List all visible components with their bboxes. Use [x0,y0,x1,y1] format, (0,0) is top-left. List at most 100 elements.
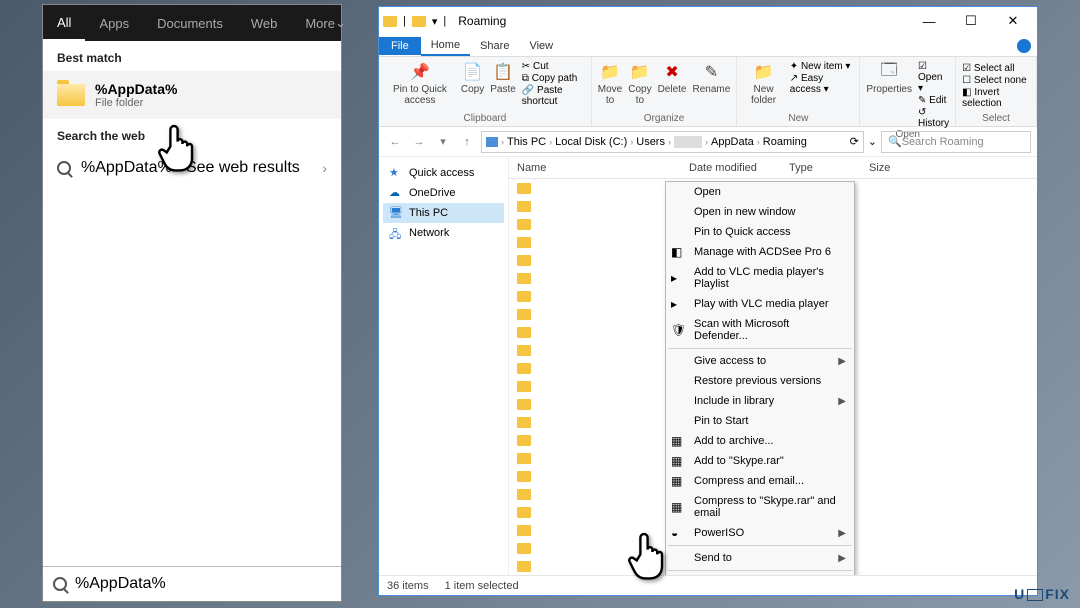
column-headers: Name Date modified Type Size [509,157,1037,179]
new-item-button[interactable]: ✦ New item ▾ [790,61,854,72]
rename-button[interactable]: ✎Rename [692,61,730,95]
pc-icon [486,137,498,147]
tab-view[interactable]: View [519,37,563,55]
chevron-down-icon: ⌄ [335,15,346,31]
copy-path-button[interactable]: ⧉ Copy path [522,73,585,84]
tab-home[interactable]: Home [421,36,470,56]
folder-icon [57,84,85,106]
search-result-appdata[interactable]: %AppData% File folder [43,71,341,119]
paste-button[interactable]: 📋Paste [490,61,516,95]
paste-shortcut-button[interactable]: 🔗 Paste shortcut [522,85,585,107]
nav-network[interactable]: 🖧Network [383,223,504,243]
navigation-pane: ★Quick access ☁OneDrive 🖥This PC 🖧Networ… [379,157,509,575]
windows-search-panel: All Apps Documents Web More ⌄ Best match… [42,4,342,602]
ribbon: 📌Pin to Quick access 📄Copy 📋Paste ✂ Cut … [379,57,1037,127]
context-menu-item[interactable]: Send to▶ [666,548,854,568]
cut-button[interactable]: ✂ Cut [522,61,585,72]
tab-apps[interactable]: Apps [85,5,143,41]
col-date[interactable]: Date modified [689,162,789,174]
breadcrumb-dropdown[interactable]: ⌄ [868,135,877,148]
context-menu-item[interactable]: ◒PowerISO▶ [666,523,854,543]
breadcrumb[interactable]: › This PC› Local Disk (C:)› Users› › App… [481,131,864,153]
move-to-button[interactable]: 📁Move to [598,61,622,106]
folder-icon [517,561,531,572]
nav-this-pc[interactable]: 🖥This PC [383,203,504,223]
context-menu-item[interactable]: 🛡Scan with Microsoft Defender... [666,314,854,346]
tab-all[interactable]: All [43,5,85,41]
folder-icon [517,525,531,536]
tab-share[interactable]: Share [470,37,519,55]
history-button[interactable]: ↺ History [918,107,949,129]
down-caret-icon[interactable]: ▾ [432,15,438,28]
search-box[interactable]: 🔍 Search Roaming [881,131,1031,153]
tab-file[interactable]: File [379,37,421,55]
context-menu-item[interactable]: Pin to Quick access [666,222,854,242]
titlebar-separator: | [443,15,446,27]
copy-to-button[interactable]: 📁Copy to [628,61,651,106]
nav-quick-access[interactable]: ★Quick access [383,163,504,183]
forward-button[interactable]: → [409,132,429,152]
minimize-button[interactable]: — [909,9,949,33]
folder-icon [517,237,531,248]
context-menu-item[interactable]: ▦Add to archive... [666,431,854,451]
edit-button[interactable]: ✎ Edit [918,95,949,106]
context-menu-item[interactable]: ▸Play with VLC media player [666,294,854,314]
select-all-button[interactable]: ☑ Select all [962,63,1030,74]
breadcrumb-item-redacted[interactable] [674,136,702,148]
ribbon-group-label: Select [962,113,1030,124]
tab-more[interactable]: More ⌄ [291,5,360,41]
pin-button[interactable]: 📌Pin to Quick access [385,61,455,106]
col-name[interactable]: Name [509,162,689,174]
watermark: UFIX [1014,586,1070,602]
folder-icon [517,507,531,518]
context-menu-item[interactable]: ▦Add to "Skype.rar" [666,451,854,471]
context-menu-item[interactable]: ◧Manage with ACDSee Pro 6 [666,242,854,262]
breadcrumb-item[interactable]: This PC [507,136,546,148]
folder-icon [517,453,531,464]
col-size[interactable]: Size [869,162,929,174]
close-button[interactable]: ✕ [993,9,1033,33]
back-button[interactable]: ← [385,132,405,152]
up-button[interactable]: ↑ [457,132,477,152]
folder-icon [517,435,531,446]
select-none-button[interactable]: ☐ Select none [962,75,1030,86]
context-menu-item[interactable]: Include in library▶ [666,391,854,411]
refresh-icon[interactable]: ⟳ [850,135,859,148]
context-menu-item[interactable]: ▦Compress and email... [666,471,854,491]
folder-icon [517,417,531,428]
tab-web[interactable]: Web [237,5,292,41]
invert-selection-button[interactable]: ◧ Invert selection [962,87,1030,109]
breadcrumb-item[interactable]: Local Disk (C:) [555,136,627,148]
maximize-button[interactable]: ☐ [951,9,991,33]
context-menu-item[interactable]: Open in new window [666,202,854,222]
folder-icon [412,16,426,27]
breadcrumb-item[interactable]: Roaming [763,136,807,148]
breadcrumb-item[interactable]: AppData [711,136,754,148]
new-folder-button[interactable]: 📁New folder [743,61,783,106]
open-button[interactable]: ☑ Open ▾ [918,61,949,94]
tab-documents[interactable]: Documents [143,5,237,41]
result-subtitle: File folder [95,97,177,109]
context-menu-item[interactable]: ▦Compress to "Skype.rar" and email [666,491,854,523]
context-menu-item[interactable]: Cut [666,573,854,575]
recent-button[interactable]: ▾ [433,132,453,152]
delete-button[interactable]: ✖Delete [658,61,687,95]
copy-button[interactable]: 📄Copy [461,61,484,95]
context-menu-item[interactable]: Pin to Start [666,411,854,431]
col-type[interactable]: Type [789,162,869,174]
context-menu-item[interactable]: Open [666,182,854,202]
nav-onedrive[interactable]: ☁OneDrive [383,183,504,203]
search-tabs: All Apps Documents Web More ⌄ [43,5,341,41]
context-menu-item[interactable]: Restore previous versions [666,371,854,391]
properties-button[interactable]: 🗔Properties [866,61,912,95]
easy-access-button[interactable]: ↗ Easy access ▾ [790,73,854,95]
folder-icon [517,183,531,194]
search-input[interactable] [75,575,331,593]
breadcrumb-item[interactable]: Users [636,136,665,148]
help-icon[interactable] [1017,39,1031,53]
context-menu-item[interactable]: ▸Add to VLC media player's Playlist [666,262,854,294]
context-menu-item[interactable]: Give access to▶ [666,351,854,371]
best-match-header: Best match [43,41,341,71]
status-bar: 36 items 1 item selected [379,575,1037,595]
web-result-item[interactable]: %AppData% - See web results › [43,149,341,187]
